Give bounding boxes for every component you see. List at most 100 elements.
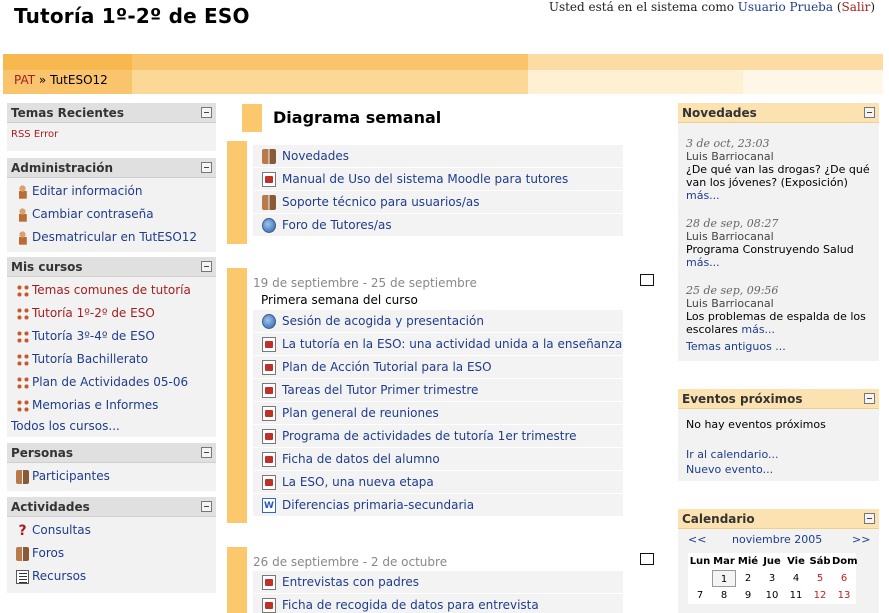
breadcrumb-root-link[interactable]: PAT bbox=[14, 73, 35, 87]
calendar-day[interactable]: 9 bbox=[736, 587, 760, 604]
pdf-icon bbox=[262, 360, 276, 375]
activity-link[interactable]: Plan de Acción Tutorial para la ESO bbox=[253, 356, 623, 379]
weekday-header: Dom bbox=[832, 556, 858, 567]
new-event-link[interactable]: Nuevo evento... bbox=[686, 462, 871, 477]
calendar-day-today[interactable]: 1 bbox=[712, 570, 736, 587]
activity-link[interactable]: Novedades bbox=[253, 145, 623, 168]
globe-icon bbox=[262, 218, 276, 233]
breadcrumb: PAT » TutESO12 bbox=[14, 73, 108, 87]
collapse-icon[interactable] bbox=[864, 513, 875, 524]
logout-link[interactable]: Salir bbox=[842, 0, 871, 14]
activity-link[interactable]: Soporte técnico para usuarios/as bbox=[253, 191, 623, 214]
course-link[interactable]: Plan de Actividades 05-06 bbox=[7, 371, 216, 394]
collapse-icon[interactable] bbox=[201, 261, 212, 272]
weekday-header: Lun bbox=[689, 556, 711, 567]
activity-link[interactable]: Sesión de acogida y presentación bbox=[253, 310, 623, 333]
calendar-day[interactable]: 2 bbox=[736, 570, 760, 587]
weekday-header: Mar bbox=[713, 556, 735, 567]
calendar-day[interactable]: 4 bbox=[784, 570, 808, 587]
all-courses-link[interactable]: Todos los cursos... bbox=[7, 417, 216, 435]
weekday-header: Vie bbox=[787, 556, 805, 567]
news-more-link[interactable]: más... bbox=[741, 323, 775, 336]
calendar-month-title[interactable]: noviembre 2005 bbox=[732, 533, 822, 546]
question-icon: ? bbox=[18, 523, 27, 539]
section-week-2: 26 de septiembre - 2 de octubre Entrevis… bbox=[227, 547, 623, 613]
go-to-calendar-link[interactable]: Ir al calendario... bbox=[686, 447, 871, 462]
news-header: Novedades bbox=[678, 103, 879, 123]
login-prefix: Usted está en el sistema como bbox=[548, 0, 738, 14]
activity-link[interactable]: La ESO, una nueva etapa bbox=[253, 471, 623, 494]
change-password-link[interactable]: Cambiar contraseña bbox=[7, 203, 216, 226]
pdf-icon bbox=[262, 475, 276, 490]
calendar-prev-button[interactable]: << bbox=[688, 533, 706, 546]
activity-link[interactable]: Tareas del Tutor Primer trimestre bbox=[253, 379, 623, 402]
activity-label: Plan de Acción Tutorial para la ESO bbox=[282, 360, 492, 374]
activity-link[interactable]: Plan general de reuniones bbox=[253, 402, 623, 425]
course-link[interactable]: Tutoría 1º-2º de ESO bbox=[7, 302, 216, 325]
activity-label: Soporte técnico para usuarios/as bbox=[282, 195, 480, 209]
calendar-next-button[interactable]: >> bbox=[852, 533, 870, 546]
pdf-icon bbox=[262, 383, 276, 398]
news-text: Los problemas de espalda de los escolare… bbox=[686, 310, 866, 336]
news-author: Luis Barriocanal bbox=[686, 297, 774, 310]
item-label: Participantes bbox=[32, 469, 110, 483]
news-more-link[interactable]: más... bbox=[686, 189, 720, 202]
user-profile-link[interactable]: Usuario Prueba bbox=[738, 0, 833, 14]
activity-link[interactable]: Foro de Tutores/as bbox=[253, 214, 623, 237]
section-week-1: 19 de septiembre - 25 de septiembre Prim… bbox=[227, 268, 623, 523]
activity-link[interactable]: Diferencias primaria-secundaria bbox=[253, 494, 623, 518]
calendar-day-weekend[interactable]: 6 bbox=[832, 570, 856, 587]
calendar-day[interactable]: 8 bbox=[712, 587, 736, 604]
item-label: Tutoría Bachillerato bbox=[32, 352, 149, 366]
show-only-week-button[interactable] bbox=[640, 274, 654, 286]
course-link[interactable]: Tutoría Bachillerato bbox=[7, 348, 216, 371]
news-more-link[interactable]: más... bbox=[686, 256, 871, 269]
course-link[interactable]: Tutoría 3º-4º de ESO bbox=[7, 325, 216, 348]
edit-profile-link[interactable]: Editar información bbox=[7, 180, 216, 203]
course-icon bbox=[16, 284, 29, 298]
item-label: Foros bbox=[32, 546, 65, 560]
forums-link[interactable]: Foros bbox=[7, 542, 216, 565]
logout-close: ) bbox=[870, 0, 875, 14]
participants-link[interactable]: Participantes bbox=[7, 465, 216, 488]
pdf-icon bbox=[262, 598, 276, 613]
older-topics-link[interactable]: Temas antiguos ... bbox=[678, 340, 879, 353]
person-key-icon bbox=[16, 208, 29, 222]
resources-link[interactable]: Recursos bbox=[7, 565, 216, 588]
activity-link[interactable]: Ficha de datos del alumno bbox=[253, 448, 623, 471]
activity-link[interactable]: La tutoría en la ESO: una actividad unid… bbox=[253, 333, 623, 356]
polls-link[interactable]: ? Consultas bbox=[7, 519, 216, 542]
collapse-icon[interactable] bbox=[201, 501, 212, 512]
course-link[interactable]: Memorias e Informes bbox=[7, 394, 216, 417]
item-label: Temas comunes de tutoría bbox=[32, 283, 191, 297]
activity-link[interactable]: Manual de Uso del sistema Moodle para tu… bbox=[253, 168, 623, 191]
collapse-icon[interactable] bbox=[201, 162, 212, 173]
upcoming-events-header: Eventos próximos bbox=[678, 389, 879, 409]
calendar-day-weekend[interactable]: 5 bbox=[808, 570, 832, 587]
collapse-icon[interactable] bbox=[201, 447, 212, 458]
site-title: Tutoría 1º-2º de ESO bbox=[14, 4, 250, 28]
calendar-day[interactable]: 7 bbox=[688, 587, 712, 604]
calendar-day[interactable]: 3 bbox=[760, 570, 784, 587]
activity-link[interactable]: Programa de actividades de tutoría 1er t… bbox=[253, 425, 623, 448]
weekday-header: Jue bbox=[763, 556, 781, 567]
calendar-day-weekend[interactable]: 13 bbox=[832, 587, 856, 604]
news-date: 25 de sep, 09:56 bbox=[686, 284, 779, 297]
news-text: ¿De qué van las drogas? ¿De qué van los … bbox=[686, 163, 870, 189]
activity-link[interactable]: Ficha de recogida de datos para entrevis… bbox=[253, 594, 623, 613]
activity-link[interactable]: Entrevistas con padres bbox=[253, 571, 623, 594]
calendar-day-weekend[interactable]: 12 bbox=[808, 587, 832, 604]
calendar-day[interactable]: 11 bbox=[784, 587, 808, 604]
block-title: Personas bbox=[11, 446, 74, 460]
calendar-day[interactable]: 10 bbox=[760, 587, 784, 604]
news-block: Novedades 3 de oct, 23:03 Luis Barriocan… bbox=[678, 103, 879, 361]
pdf-icon bbox=[262, 406, 276, 421]
collapse-icon[interactable] bbox=[864, 107, 875, 118]
unenrol-link[interactable]: Desmatricular en TutESO12 bbox=[7, 226, 216, 249]
show-only-week-button[interactable] bbox=[640, 553, 654, 565]
activity-label: Programa de actividades de tutoría 1er t… bbox=[282, 429, 577, 443]
collapse-icon[interactable] bbox=[201, 107, 212, 118]
course-link[interactable]: Temas comunes de tutoría bbox=[7, 279, 216, 302]
collapse-icon[interactable] bbox=[864, 393, 875, 404]
activity-label: Foro de Tutores/as bbox=[282, 218, 392, 232]
